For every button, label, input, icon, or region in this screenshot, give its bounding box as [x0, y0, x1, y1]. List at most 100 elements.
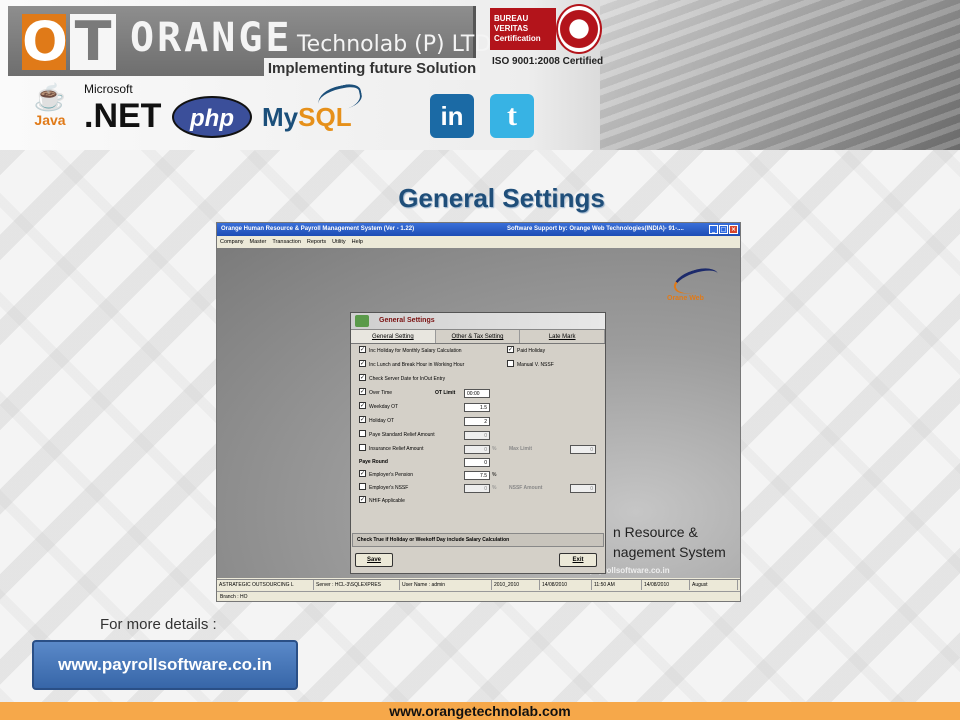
status-date2: 14/08/2010	[642, 580, 690, 590]
tab-late-mark[interactable]: Late Mark	[520, 330, 606, 343]
company-logo-banner: O T ORANGE Technolab (P) LTD Implementin…	[8, 6, 491, 80]
company-name-suffix: Technolab (P) LTD	[296, 32, 492, 57]
settings-icon	[355, 315, 369, 327]
checkbox-box[interactable]: ✓	[359, 388, 366, 396]
tab-general-setting[interactable]: General Setting	[351, 330, 436, 343]
insurance-relief-field[interactable]: 0	[464, 445, 490, 454]
checkbox-box[interactable]: ✓	[507, 346, 514, 354]
menu-master[interactable]: Master	[250, 237, 267, 247]
dialog-header: General Settings	[351, 313, 605, 330]
checkbox-box[interactable]	[507, 360, 514, 368]
checkbox-check-server-date[interactable]: ✓ Check Server Date for InOut Entry	[359, 374, 445, 384]
cert-line1: BUREAU VERITAS	[494, 14, 529, 33]
checkbox-box[interactable]: ✓	[359, 374, 366, 382]
twitter-icon[interactable]: t	[490, 94, 534, 138]
dialog-title: General Settings	[379, 317, 435, 324]
tagline: Implementing future Solution	[264, 58, 480, 80]
checkbox-paye-relief[interactable]: Paye Standard Relief Amount	[359, 430, 435, 440]
max-limit-field[interactable]: 0	[570, 445, 596, 454]
percent-sign: %	[492, 485, 497, 491]
app-desktop: Orane Web n Resource & nagement System w…	[217, 248, 740, 578]
desktop-brand-line2: nagement System	[613, 544, 726, 560]
checkbox-box[interactable]: ✓	[359, 470, 366, 478]
ot-limit-field[interactable]: 00:00	[464, 389, 490, 398]
checkbox-box[interactable]: ✓	[359, 346, 366, 354]
checkbox-box[interactable]	[359, 430, 366, 438]
checkbox-label: NHIF Applicable	[369, 498, 405, 504]
logo-letter-o: O	[22, 10, 68, 73]
minimize-icon[interactable]: _	[709, 225, 718, 234]
php-logo: php	[172, 96, 252, 138]
checkbox-box[interactable]: ✓	[359, 416, 366, 424]
tab-other-tax-setting[interactable]: Other & Tax Setting	[436, 330, 521, 343]
linkedin-icon[interactable]: in	[430, 94, 474, 138]
weekday-ot-field[interactable]: 1.5	[464, 403, 490, 412]
employers-pension-field[interactable]: 7.5	[464, 471, 490, 480]
checkbox-label: Employer's Pension	[369, 472, 414, 478]
menu-utility[interactable]: Utility	[332, 237, 345, 247]
status-user: User Name : admin	[400, 580, 492, 590]
checkbox-label: Inc Holiday for Monthly Salary Calculati…	[369, 348, 462, 354]
status-month: August	[690, 580, 738, 590]
checkbox-paid-holiday[interactable]: ✓ Paid Holiday	[507, 346, 545, 356]
checkbox-insurance-relief[interactable]: Insurance Relief Amount	[359, 444, 424, 454]
checkbox-box[interactable]: ✓	[359, 496, 366, 504]
status-server: Server : HCL-3\SQLEXPRES	[314, 580, 400, 590]
java-logo: ☕ Java	[30, 82, 70, 128]
maximize-icon[interactable]: □	[719, 225, 728, 234]
java-cup-icon: ☕	[33, 82, 67, 112]
menu-company[interactable]: Company	[220, 237, 244, 247]
website-link-button[interactable]: www.payrollsoftware.co.in	[32, 640, 298, 690]
general-settings-dialog: General Settings General Setting Other &…	[350, 312, 606, 574]
cert-line2: Certification	[494, 34, 541, 43]
checkbox-inc-holiday[interactable]: ✓ Inc Holiday for Monthly Salary Calculat…	[359, 346, 462, 356]
checkbox-label: Employer's NSSF	[369, 485, 409, 491]
checkbox-weekday-ot[interactable]: ✓ Weekday OT	[359, 402, 399, 412]
checkbox-label: Insurance Relief Amount	[369, 446, 424, 452]
menu-reports[interactable]: Reports	[307, 237, 326, 247]
checkbox-employers-nssf[interactable]: Employer's NSSF	[359, 483, 409, 493]
checkbox-label: Manual V. NSSF	[517, 362, 554, 368]
dialog-tabs: General Setting Other & Tax Setting Late…	[351, 330, 606, 344]
app-screenshot: Orange Human Resource & Payroll Manageme…	[216, 222, 741, 602]
employers-nssf-field[interactable]: 0	[464, 484, 490, 493]
checkbox-holiday-ot[interactable]: ✓ Holiday OT	[359, 416, 394, 426]
company-name-main: ORANGE	[130, 15, 293, 61]
company-name: ORANGE Technolab (P) LTD	[130, 16, 491, 60]
status-company: ASTRATEGIC OUTSOURCING L	[217, 580, 314, 590]
checkbox-employers-pension[interactable]: ✓ Employer's Pension	[359, 470, 414, 480]
checkbox-box[interactable]	[359, 483, 366, 491]
java-label: Java	[34, 112, 66, 128]
app-titlebar: Orange Human Resource & Payroll Manageme…	[217, 223, 740, 236]
more-details-label: For more details :	[100, 616, 217, 633]
orange-web-text-a: Oran	[667, 295, 684, 302]
nssf-amount-field[interactable]: 0	[570, 484, 596, 493]
checkbox-nhif[interactable]: ✓ NHIF Applicable	[359, 496, 405, 506]
checkbox-over-time[interactable]: ✓ Over Time	[359, 388, 392, 398]
checkbox-label: Weekday OT	[369, 404, 399, 410]
mysql-dolphin-icon	[315, 81, 365, 115]
checkbox-label: Inc Lunch and Break Hour in Working Hour	[369, 362, 465, 368]
support-text: Software Support by: Orange Web Technolo…	[507, 226, 684, 232]
checkbox-label: Paye Standard Relief Amount	[369, 432, 435, 438]
close-icon[interactable]: ×	[729, 225, 738, 234]
keyboard-image	[600, 0, 960, 150]
checkbox-inc-lunch[interactable]: ✓ Inc Lunch and Break Hour in Working Hou…	[359, 360, 465, 370]
holiday-ot-field[interactable]: 2	[464, 417, 490, 426]
checkbox-box[interactable]: ✓	[359, 402, 366, 410]
status-branch: Branch : HO	[217, 591, 740, 601]
menu-help[interactable]: Help	[352, 237, 363, 247]
ot-limit-label: OT Limit	[435, 390, 456, 396]
footer-url-link[interactable]: www.orangetechnolab.com	[0, 702, 960, 720]
menu-transaction[interactable]: Transaction	[272, 237, 301, 247]
save-button[interactable]: Save	[355, 553, 393, 567]
checkbox-box[interactable]	[359, 444, 366, 452]
paye-relief-field[interactable]: 0	[464, 431, 490, 440]
certification-seal-icon	[556, 4, 602, 54]
checkbox-box[interactable]: ✓	[359, 360, 366, 368]
app-title: Orange Human Resource & Payroll Manageme…	[221, 226, 415, 232]
paye-round-field[interactable]: 0	[464, 458, 490, 467]
status-date: 14/08/2010	[540, 580, 592, 590]
exit-button[interactable]: Exit	[559, 553, 597, 567]
checkbox-manual-nssf[interactable]: Manual V. NSSF	[507, 360, 554, 370]
